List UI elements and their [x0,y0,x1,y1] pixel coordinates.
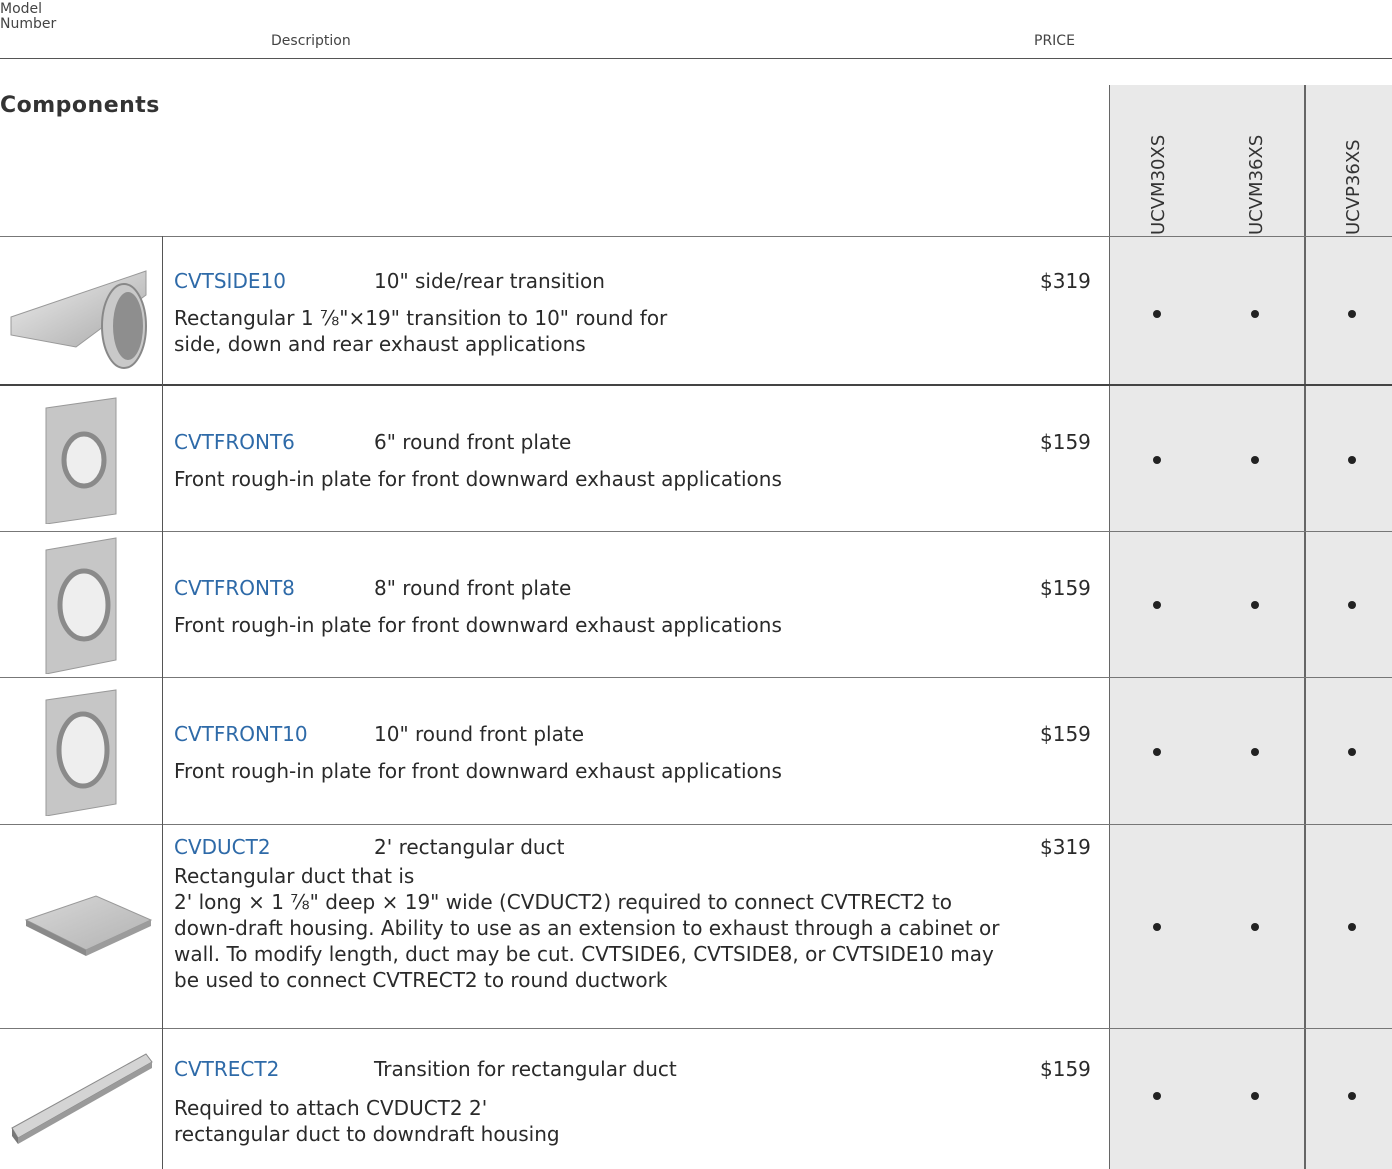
item-title: 6" round front plate [374,430,572,454]
compat-dot [1251,1092,1259,1100]
front-plate-image [0,532,162,677]
front-plate-image [0,678,162,824]
section-title: Components [0,93,160,118]
compat-dot [1153,1092,1161,1100]
description-line: 2' long × 1 ⅞" deep × 19" wide (CVDUCT2)… [174,890,952,914]
item-description: Required to attach CVDUCT2 2' rectangula… [174,1095,1074,1147]
compat-dot [1251,310,1259,318]
rect-transition-image [0,1029,162,1169]
table-row: CVTSIDE10 10" side/rear transition $319 … [0,237,1392,384]
rectangular-duct-image [0,825,162,1028]
item-title: 10" side/rear transition [374,269,605,293]
table-row: CVTRECT2 Transition for rectangular duct… [0,1029,1392,1169]
description-line: Front rough-in plate for front downward … [174,467,782,491]
item-description: Rectangular duct that is 2' long × 1 ⅞" … [174,863,1074,993]
side-transition-image [0,237,162,384]
description-header: Description [271,33,351,49]
compat-dot [1251,748,1259,756]
compat-dot [1348,923,1356,931]
description-line: side, down and rear exhaust applications [174,332,586,356]
header-divider [0,58,1392,59]
compat-dot [1153,748,1161,756]
description-line: Front rough-in plate for front downward … [174,613,782,637]
table-row: CVDUCT2 2' rectangular duct $319 Rectang… [0,825,1392,1028]
description-line: Front rough-in plate for front downward … [174,759,782,783]
item-description: Front rough-in plate for front downward … [174,758,1074,784]
compat-dot [1348,456,1356,464]
compat-dot [1153,601,1161,609]
description-line: Required to attach CVDUCT2 2' [174,1096,488,1120]
compat-dot [1348,310,1356,318]
model-number-link[interactable]: CVTSIDE10 [174,269,286,293]
item-title: 8" round front plate [374,576,572,600]
compat-dot [1251,601,1259,609]
compat-label-3: UCVP36XS [1343,139,1364,235]
compat-dot [1153,456,1161,464]
model-number-link[interactable]: CVDUCT2 [174,835,271,859]
compat-dot [1153,310,1161,318]
compat-dot [1348,601,1356,609]
model-number-link[interactable]: CVTRECT2 [174,1057,279,1081]
price-header: PRICE [1034,33,1075,49]
item-price: $319 [1040,269,1091,293]
table-row: CVTFRONT10 10" round front plate $159 Fr… [0,678,1392,824]
front-plate-image [0,386,162,531]
item-description: Front rough-in plate for front downward … [174,612,1074,638]
compat-label-1: UCVM30XS [1148,134,1169,235]
description-line: Rectangular duct that is [174,864,415,888]
description-line: Rectangular 1 ⅞"×19" transition to 10" r… [174,306,668,330]
description-line: wall. To modify length, duct may be cut.… [174,942,994,966]
description-line: be used to connect CVTRECT2 to round duc… [174,968,668,992]
table-row: CVTFRONT6 6" round front plate $159 Fron… [0,386,1392,531]
item-price: $159 [1040,576,1091,600]
model-header-line1: Model [0,1,43,17]
model-number-link[interactable]: CVTFRONT10 [174,722,308,746]
item-description: Rectangular 1 ⅞"×19" transition to 10" r… [174,305,1074,357]
item-description: Front rough-in plate for front downward … [174,466,1074,492]
item-price: $159 [1040,430,1091,454]
item-price: $159 [1040,722,1091,746]
model-header-line2: Number [0,16,57,32]
compat-dot [1153,923,1161,931]
model-number-link[interactable]: CVTFRONT6 [174,430,295,454]
compat-dot [1348,748,1356,756]
compat-dot [1251,923,1259,931]
description-line: rectangular duct to downdraft housing [174,1122,560,1146]
description-line: down-draft housing. Ability to use as an… [174,916,1000,940]
compat-dot [1348,1092,1356,1100]
item-price: $319 [1040,835,1091,859]
model-number-link[interactable]: CVTFRONT8 [174,576,295,600]
item-title: Transition for rectangular duct [374,1057,677,1081]
compat-dot [1251,456,1259,464]
item-title: 10" round front plate [374,722,585,746]
table-row: CVTFRONT8 8" round front plate $159 Fron… [0,532,1392,677]
item-title: 2' rectangular duct [374,835,565,859]
compat-label-2: UCVM36XS [1246,134,1267,235]
item-price: $159 [1040,1057,1091,1081]
